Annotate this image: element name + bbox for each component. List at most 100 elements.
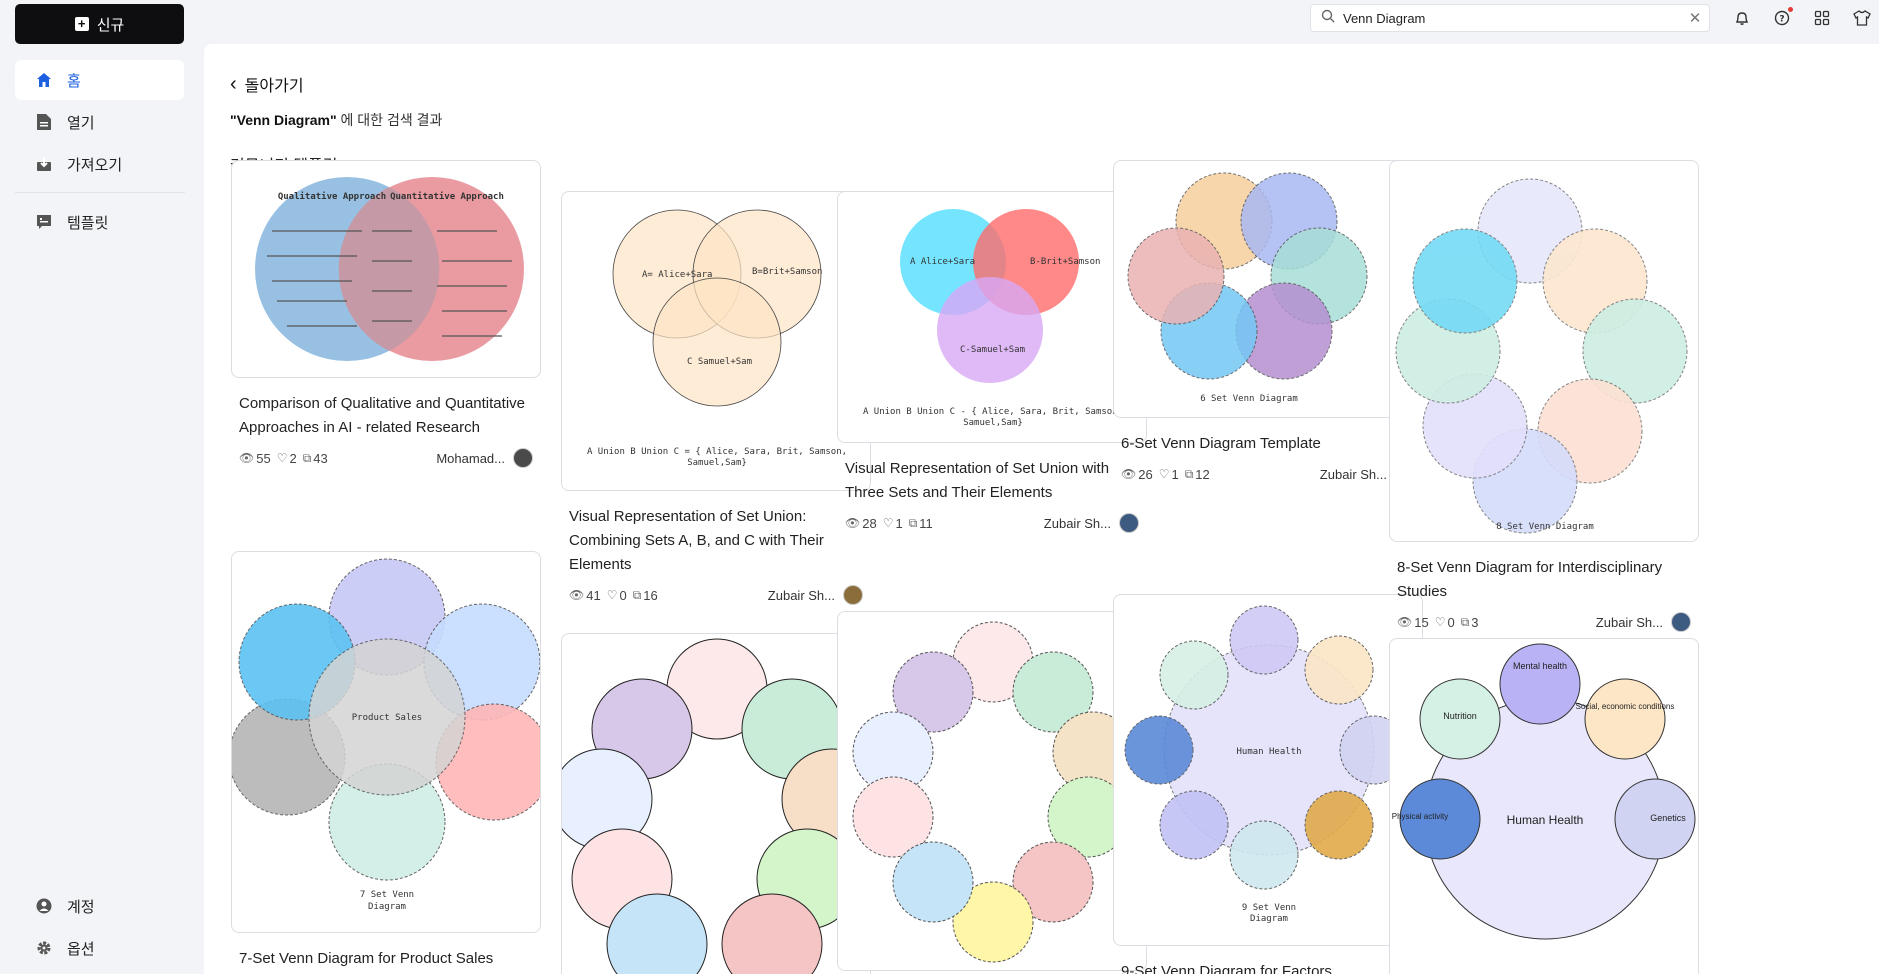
set-a-label: A Alice+Sara (910, 257, 975, 267)
template-card[interactable]: Qualitative Approach Quantitative Approa… (231, 160, 541, 468)
views-count: 👁 55 (239, 450, 271, 466)
likes-count: ♡ 0 (606, 587, 627, 603)
card-title[interactable]: 9-Set Venn Diagram for Factors (1121, 960, 1415, 974)
views-count: 👁 26 (1121, 466, 1153, 482)
copy-icon: ⧉ (1460, 614, 1470, 629)
card-title[interactable]: Comparison of Qualitative and Quantitati… (239, 392, 533, 440)
copies-count: ⧉ 16 (632, 587, 658, 603)
author-name[interactable]: Zubair Sh... (1596, 615, 1663, 630)
template-thumbnail[interactable]: Product Sales 7 Set Venn Diagram (231, 551, 541, 933)
bell-icon[interactable] (1730, 6, 1754, 30)
template-card[interactable]: Product Sales 7 Set Venn Diagram 7-Set V… (231, 551, 541, 971)
template-card[interactable]: 8 Set Venn Diagram 8-Set Venn Diagram fo… (1389, 160, 1699, 632)
set-b-label: B=Brit+Samson (752, 267, 822, 277)
sidebar-item-account[interactable]: 계정 (15, 886, 184, 926)
author-name[interactable]: Zubair Sh... (1044, 516, 1111, 531)
chevron-left-icon: ‹ (230, 72, 237, 95)
sidebar-item-label: 열기 (67, 114, 95, 132)
back-label: 돌아가기 (244, 78, 304, 95)
apps-icon[interactable] (1810, 6, 1834, 30)
mental-health-label: Mental health (1513, 661, 1567, 671)
card-title[interactable]: 8-Set Venn Diagram for Interdisciplinary… (1397, 556, 1691, 604)
template-card[interactable]: A Alice+Sara B-Brit+Samson C-Samuel+Sam … (837, 191, 1147, 533)
back-button[interactable]: ‹ 돌아가기 (230, 72, 304, 96)
diagram-caption: Diagram (368, 902, 406, 912)
heart-icon: ♡ (1434, 615, 1446, 629)
clear-search-icon[interactable]: ✕ (1681, 9, 1709, 27)
sidebar-item-label: 템플릿 (67, 214, 109, 232)
eye-icon: 👁 (845, 516, 861, 530)
template-card[interactable]: A= Alice+Sara B=Brit+Samson C Samuel+Sam… (561, 191, 871, 605)
diagram-caption: Samuel,Sam} (963, 418, 1023, 428)
template-thumbnail[interactable]: Qualitative Approach Quantitative Approa… (231, 160, 541, 378)
sidebar: + 신규 홈 열기 가져오기 템플릿 계정 옵션 (0, 0, 200, 974)
views-count: 👁 41 (569, 587, 601, 603)
template-card[interactable] (837, 611, 1147, 971)
new-button[interactable]: + 신규 (15, 4, 184, 44)
heart-icon: ♡ (1158, 467, 1170, 481)
card-title[interactable]: Visual Representation of Set Union: Comb… (569, 505, 863, 577)
sidebar-item-label: 계정 (67, 898, 95, 916)
template-thumbnail[interactable]: 8 Set Venn Diagram (1389, 160, 1699, 542)
author-name[interactable]: Mohamad... (436, 451, 505, 466)
center-label: Human Health (1236, 747, 1301, 757)
avatar[interactable] (1671, 612, 1691, 632)
search-result-suffix: 에 대한 검색 결과 (336, 112, 443, 128)
svg-text:?: ? (1779, 15, 1784, 25)
set-c-label: C-Samuel+Sam (960, 345, 1025, 355)
template-thumbnail[interactable] (837, 611, 1147, 971)
quantitative-title: Quantitative Approach (390, 191, 504, 202)
search-box[interactable]: ✕ (1310, 4, 1710, 32)
eye-icon: 👁 (239, 451, 255, 465)
home-icon (35, 71, 53, 89)
diagram-caption: Samuel,Sam} (687, 458, 747, 468)
card-title[interactable]: 6-Set Venn Diagram Template (1121, 432, 1415, 456)
sidebar-item-import[interactable]: 가져오기 (15, 144, 184, 184)
likes-count: ♡ 0 (1434, 614, 1455, 630)
avatar[interactable] (1119, 513, 1139, 533)
views-count: 👁 28 (845, 515, 877, 531)
likes-count: ♡ 2 (276, 450, 297, 466)
sidebar-item-label: 옵션 (67, 940, 95, 958)
template-card[interactable] (561, 633, 871, 974)
template-thumbnail[interactable]: Human Health Mental health Nutrition Soc… (1389, 638, 1699, 974)
copies-count: ⧉ 3 (1460, 614, 1479, 630)
card-title[interactable]: 7-Set Venn Diagram for Product Sales (239, 947, 533, 971)
copy-icon: ⧉ (908, 515, 918, 530)
diagram-caption: 6 Set Venn Diagram (1200, 394, 1298, 404)
heart-icon: ♡ (276, 451, 288, 465)
sidebar-item-home[interactable]: 홈 (15, 60, 184, 100)
eye-icon: 👁 (1121, 467, 1137, 481)
sidebar-item-templates[interactable]: 템플릿 (15, 202, 184, 242)
social-label: Social, economic conditions (1576, 702, 1675, 711)
search-input[interactable] (1343, 10, 1681, 26)
sidebar-item-options[interactable]: 옵션 (15, 928, 184, 968)
sidebar-item-open[interactable]: 열기 (15, 102, 184, 142)
center-label: Product Sales (352, 713, 422, 723)
template-thumbnail[interactable]: 6 Set Venn Diagram (1113, 160, 1423, 418)
plus-icon: + (74, 17, 89, 31)
diagram-caption: Diagram (1250, 914, 1288, 924)
card-title[interactable]: Visual Representation of Set Union with … (845, 457, 1139, 505)
genetics-label: Genetics (1650, 813, 1686, 823)
search-icon (1321, 9, 1335, 28)
template-card[interactable]: Human Health 9 Set Venn Diagram 9-Set Ve… (1113, 594, 1423, 974)
author-name[interactable]: Zubair Sh... (768, 588, 835, 603)
shirt-icon[interactable] (1850, 6, 1874, 30)
template-thumbnail[interactable]: A= Alice+Sara B=Brit+Samson C Samuel+Sam… (561, 191, 871, 491)
avatar[interactable] (843, 585, 863, 605)
template-thumbnail[interactable]: Human Health 9 Set Venn Diagram (1113, 594, 1423, 946)
author-name[interactable]: Zubair Sh... (1320, 467, 1387, 482)
physical-label: Physical activity (1392, 812, 1448, 821)
avatar[interactable] (513, 448, 533, 468)
set-b-label: B-Brit+Samson (1030, 257, 1100, 267)
template-icon (35, 213, 53, 231)
copy-icon: ⧉ (302, 450, 312, 465)
template-thumbnail[interactable] (561, 633, 871, 974)
help-icon[interactable]: ? (1770, 6, 1794, 30)
template-thumbnail[interactable]: A Alice+Sara B-Brit+Samson C-Samuel+Sam … (837, 191, 1147, 443)
template-card[interactable]: 6 Set Venn Diagram 6-Set Venn Diagram Te… (1113, 160, 1423, 484)
template-card[interactable]: Human Health Mental health Nutrition Soc… (1389, 638, 1699, 974)
heart-icon: ♡ (606, 588, 618, 602)
diagram-caption: A Union B Union C - { Alice, Sara, Brit,… (863, 407, 1123, 417)
